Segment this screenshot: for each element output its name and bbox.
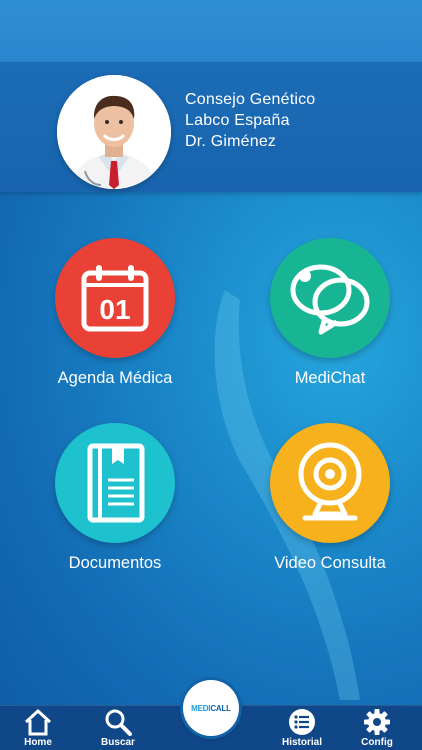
home-screen: Consejo Genético Labco España Dr. Giméne… — [0, 0, 422, 750]
video-consulta-label: Video Consulta — [274, 554, 386, 572]
header-line-2: Labco España — [185, 112, 290, 129]
nav-historial-label: Historial — [281, 737, 322, 748]
medichat-button[interactable]: MediChat — [245, 238, 415, 388]
document-icon — [87, 443, 145, 523]
list-icon — [289, 709, 315, 735]
medicall-logo: MEDICALL — [191, 703, 231, 713]
nav-buscar-label: Buscar — [101, 737, 135, 748]
chat-bubbles-icon — [290, 264, 370, 335]
medicall-center-button[interactable]: MEDICALL — [183, 680, 239, 736]
webcam-icon — [298, 442, 362, 521]
video-consulta-button[interactable]: Video Consulta — [245, 423, 415, 573]
header-line-1: Consejo Genético — [185, 91, 316, 108]
doctor-avatar — [57, 75, 171, 189]
doctor-info: Consejo Genético Labco España Dr. Giméne… — [185, 89, 315, 152]
calendar-icon: 01 — [81, 265, 149, 332]
nav-config-label: Config — [361, 737, 393, 748]
nav-historial[interactable]: Historial — [272, 708, 332, 748]
documentos-button[interactable]: Documentos — [30, 423, 200, 573]
home-icon — [24, 709, 52, 736]
medichat-label: MediChat — [294, 369, 366, 387]
gear-icon — [364, 709, 390, 735]
search-icon — [105, 709, 132, 736]
status-bar-area — [0, 0, 422, 62]
documentos-label: Documentos — [68, 554, 162, 572]
header-line-3: Dr. Giménez — [185, 133, 277, 150]
nav-config[interactable]: Config — [347, 708, 407, 748]
calendar-day-text: 01 — [99, 294, 130, 325]
nav-home-label: Home — [24, 737, 52, 748]
agenda-label: Agenda Médica — [57, 369, 173, 387]
documentos-circle[interactable] — [55, 423, 175, 543]
agenda-medica-button[interactable]: 01 Agenda Médica — [30, 238, 200, 388]
agenda-circle[interactable]: 01 — [55, 238, 175, 358]
video-consulta-circle[interactable] — [270, 423, 390, 543]
medichat-circle[interactable] — [270, 238, 390, 358]
nav-home[interactable]: Home — [8, 708, 68, 748]
nav-buscar[interactable]: Buscar — [88, 708, 148, 748]
